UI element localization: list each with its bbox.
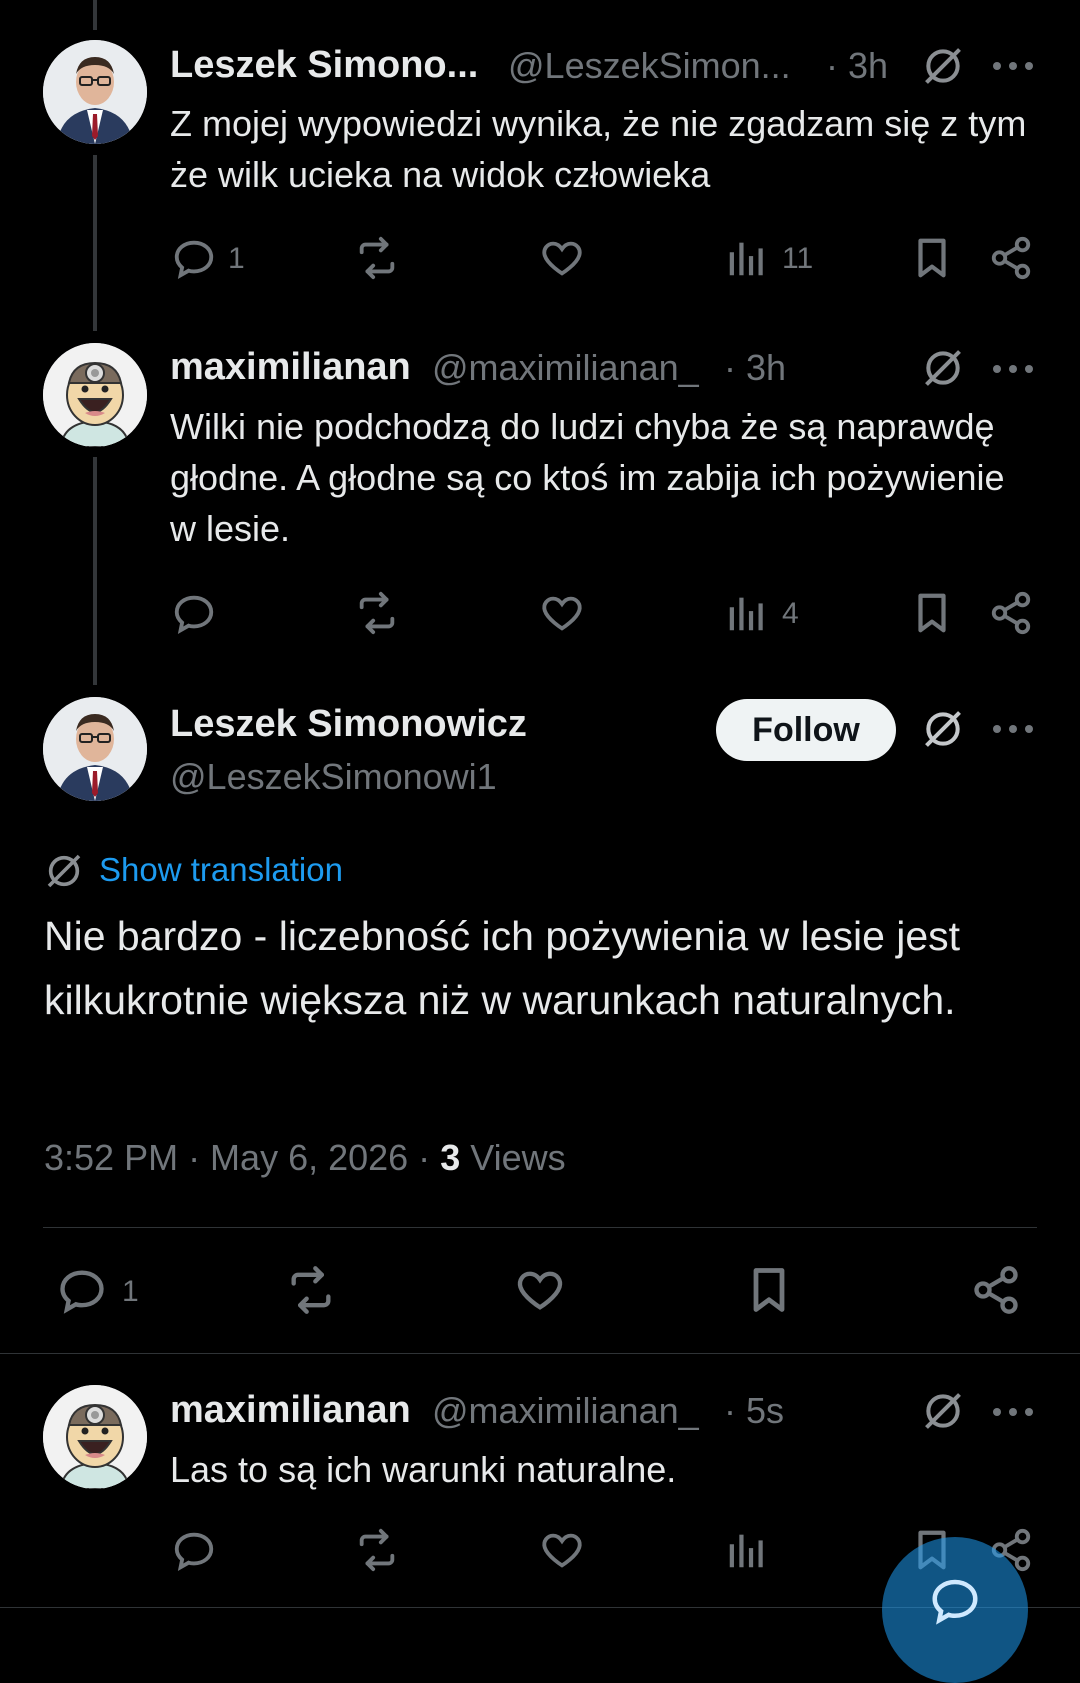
timestamp[interactable]: 3:52 PM · May 6, 2026 · xyxy=(44,1137,430,1178)
more-icon[interactable] xyxy=(993,59,1033,73)
share-icon[interactable] xyxy=(988,235,1034,281)
author-handle[interactable]: @maximilianan_ xyxy=(432,347,699,389)
author-handle[interactable]: @LeszekSimonowi1 xyxy=(170,756,497,798)
views-count: 4 xyxy=(782,597,799,630)
views-icon[interactable] xyxy=(724,590,770,636)
author-name[interactable]: Leszek Simono... xyxy=(170,44,478,87)
reply-icon[interactable] xyxy=(171,1527,217,1573)
compose-reply-button[interactable] xyxy=(882,1537,1028,1683)
more-icon[interactable] xyxy=(993,362,1033,376)
like-icon[interactable] xyxy=(539,590,585,636)
reply-count: 1 xyxy=(122,1275,139,1308)
author-name[interactable]: maximilianan xyxy=(170,346,411,389)
bookmark-icon[interactable] xyxy=(743,1264,795,1316)
reply-icon[interactable] xyxy=(171,235,217,281)
follow-button[interactable]: Follow xyxy=(716,699,896,761)
bookmark-icon[interactable] xyxy=(909,590,955,636)
views-icon[interactable] xyxy=(724,1527,770,1573)
compose-reply-icon xyxy=(932,1579,978,1625)
retweet-icon[interactable] xyxy=(354,590,400,636)
retweet-icon[interactable] xyxy=(354,1527,400,1573)
tweet-meta: 3:52 PM · May 6, 2026 · 3 Views xyxy=(44,1137,566,1179)
avatar-leszek[interactable] xyxy=(43,697,147,801)
views-icon[interactable] xyxy=(724,235,770,281)
more-icon[interactable] xyxy=(993,1405,1033,1419)
thread-line-top xyxy=(93,0,97,30)
retweet-icon[interactable] xyxy=(285,1264,337,1316)
author-handle[interactable]: @maximilianan_ xyxy=(432,1390,699,1432)
show-translation-link[interactable]: Show translation xyxy=(99,851,343,889)
avatar-maximilianan[interactable] xyxy=(43,343,147,447)
tweet-time[interactable]: · 3h xyxy=(724,347,786,389)
divider xyxy=(43,1227,1037,1228)
views-count: 3 xyxy=(440,1137,461,1178)
views-count: 11 xyxy=(782,242,814,275)
more-icon[interactable] xyxy=(993,722,1033,736)
reply-count: 1 xyxy=(228,242,245,275)
bookmark-icon[interactable] xyxy=(909,235,955,281)
author-handle[interactable]: @LeszekSimon... xyxy=(508,45,791,87)
retweet-icon[interactable] xyxy=(354,235,400,281)
share-icon[interactable] xyxy=(970,1264,1022,1316)
thread-line-2 xyxy=(93,457,97,685)
thread-line-1 xyxy=(93,155,97,331)
like-icon[interactable] xyxy=(514,1264,566,1316)
translate-icon[interactable] xyxy=(44,851,84,891)
grok-icon[interactable] xyxy=(921,707,965,751)
tweet-time[interactable]: · 3h xyxy=(826,45,888,87)
like-icon[interactable] xyxy=(539,235,585,281)
tweet-text: Wilki nie podchodzą do ludzi chyba że są… xyxy=(170,406,1005,549)
grok-icon[interactable] xyxy=(921,346,965,390)
views-label: Views xyxy=(470,1137,566,1178)
tweet-text: Las to są ich warunki naturalne. xyxy=(170,1449,677,1490)
author-name[interactable]: Leszek Simonowicz xyxy=(170,703,527,746)
tweet-text: Z mojej wypowiedzi wynika, że nie zgadza… xyxy=(170,103,1027,195)
grok-icon[interactable] xyxy=(921,1389,965,1433)
author-name[interactable]: maximilianan xyxy=(170,1389,411,1432)
main-tweet-text: Nie bardzo - liczebność ich pożywienia w… xyxy=(44,913,961,1023)
tweet-time[interactable]: · 5s xyxy=(724,1390,784,1432)
share-icon[interactable] xyxy=(988,590,1034,636)
avatar-leszek[interactable] xyxy=(43,40,147,144)
reply-icon[interactable] xyxy=(171,590,217,636)
divider xyxy=(0,1353,1080,1354)
reply-icon[interactable] xyxy=(56,1264,108,1316)
grok-icon[interactable] xyxy=(921,44,965,88)
avatar-maximilianan[interactable] xyxy=(43,1385,147,1489)
like-icon[interactable] xyxy=(539,1527,585,1573)
